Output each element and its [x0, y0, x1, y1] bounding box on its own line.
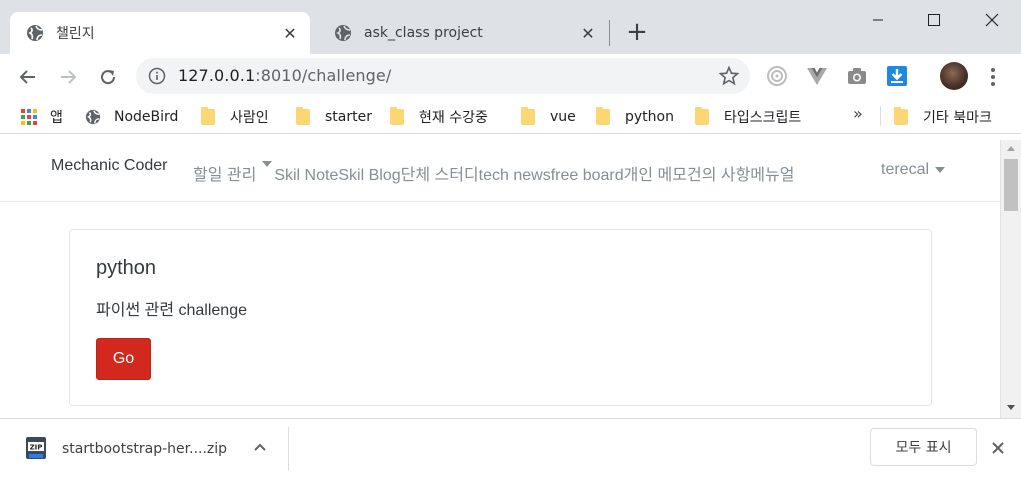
bookmark-label: starter — [325, 109, 372, 125]
window-close-icon[interactable] — [972, 6, 1012, 34]
bookmark-vue[interactable]: vue — [521, 106, 576, 128]
reload-icon[interactable] — [94, 63, 122, 91]
forward-arrow-icon[interactable] — [54, 63, 82, 91]
url-path: :8010/challenge/ — [255, 66, 392, 85]
bookmarks-bar: 앱 NodeBird 사람인 starter 현재 수강중 vue python… — [0, 100, 1021, 134]
tab-strip: 챌린지 ✕ ask_class project ✕ + — [0, 0, 1021, 54]
maximize-icon[interactable] — [914, 6, 954, 34]
nav-group-study[interactable]: 단체 스터디 — [401, 167, 479, 184]
tab-ask-class[interactable]: ask_class project ✕ — [318, 12, 608, 54]
browser-menu-icon[interactable] — [983, 65, 1003, 89]
folder-icon — [894, 107, 910, 125]
go-button[interactable]: Go — [96, 338, 151, 380]
page-scrollbar[interactable] — [1000, 140, 1021, 418]
url-text: 127.0.0.1:8010/challenge/ — [178, 66, 391, 85]
download-separator — [288, 427, 289, 471]
other-bookmarks[interactable]: 기타 북마크 — [894, 106, 992, 128]
folder-icon — [596, 107, 612, 125]
bookmark-current-course[interactable]: 현재 수강중 — [390, 106, 488, 128]
globe-icon — [26, 24, 44, 42]
site-brand[interactable]: Mechanic Coder — [51, 157, 168, 175]
url-host: 127.0.0.1 — [178, 66, 256, 85]
bookmark-label: python — [625, 109, 674, 125]
globe-icon — [85, 109, 101, 125]
caret-down-icon — [262, 160, 273, 184]
address-bar[interactable]: 127.0.0.1:8010/challenge/ — [136, 58, 750, 94]
apps-grid-icon — [21, 109, 37, 125]
download-shelf: ZIP startbootstrap-her....zip 모두 표시 — [0, 418, 1021, 478]
folder-icon — [201, 107, 217, 125]
other-bookmarks-label: 기타 북마크 — [923, 110, 992, 126]
bookmarks-overflow-button[interactable]: » — [853, 104, 863, 123]
nav-skil-note[interactable]: Skil Note — [274, 167, 338, 184]
svg-text:ZIP: ZIP — [30, 444, 43, 452]
info-icon[interactable] — [148, 67, 166, 85]
nav-todo-dropdown[interactable]: 할일 관리 — [193, 160, 274, 184]
challenge-card: python 파이썬 관련 challenge Go — [69, 229, 932, 406]
bookmark-starter[interactable]: starter — [296, 106, 372, 128]
profile-avatar[interactable] — [940, 62, 968, 90]
back-arrow-icon[interactable] — [14, 63, 42, 91]
bookmark-python[interactable]: python — [596, 106, 674, 128]
bookmark-label: 사람인 — [230, 110, 269, 126]
scroll-down-arrow-icon[interactable] — [1007, 405, 1015, 410]
close-shelf-icon[interactable] — [988, 438, 1008, 458]
nav-skil-blog[interactable]: Skil Blog — [338, 167, 400, 184]
bookmarks-separator — [880, 106, 881, 126]
tab-close-icon[interactable]: ✕ — [578, 23, 598, 43]
bookmark-apps[interactable]: 앱 — [21, 106, 63, 128]
user-dropdown[interactable]: terecal — [881, 161, 947, 179]
tab-title: 챌린지 — [56, 26, 95, 42]
minimize-icon[interactable] — [858, 6, 898, 34]
bookmark-nodebird[interactable]: NodeBird — [85, 106, 178, 128]
page-viewport: Mechanic Coder 할일 관리 Skil NoteSkil Blog단체… — [0, 140, 1000, 418]
scroll-up-arrow-icon[interactable] — [1007, 146, 1015, 151]
show-all-downloads-button[interactable]: 모두 표시 — [870, 428, 977, 466]
nav-suggestions[interactable]: 건의 사항 — [687, 167, 750, 184]
camera-icon[interactable] — [846, 65, 868, 87]
download-file-name[interactable]: startbootstrap-her....zip — [62, 441, 227, 457]
nav-todo-label: 할일 관리 — [193, 167, 257, 184]
folder-icon — [521, 107, 537, 125]
tab-separator — [609, 20, 610, 46]
tab-close-icon[interactable]: ✕ — [280, 23, 300, 43]
nav-free-board[interactable]: free board — [551, 167, 624, 184]
globe-icon — [334, 24, 352, 42]
folder-icon — [296, 107, 312, 125]
new-tab-button[interactable]: + — [623, 17, 651, 47]
bookmark-label: 타입스크립트 — [724, 110, 802, 126]
bookmark-star-icon[interactable] — [718, 65, 740, 87]
extension-record-icon[interactable] — [766, 65, 788, 87]
chevron-up-icon[interactable] — [251, 438, 269, 456]
folder-icon — [695, 107, 711, 125]
nav-personal-memo[interactable]: 개인 메모 — [624, 167, 687, 184]
browser-toolbar: 127.0.0.1:8010/challenge/ — [0, 54, 1021, 100]
site-navbar: Mechanic Coder 할일 관리 Skil NoteSkil Blog단체… — [0, 140, 1000, 202]
bookmark-typescript[interactable]: 타입스크립트 — [695, 106, 801, 128]
folder-icon — [390, 107, 406, 125]
tab-challenge[interactable]: 챌린지 ✕ — [10, 12, 310, 54]
card-description: 파이썬 관련 challenge — [96, 302, 247, 319]
download-extension-icon[interactable] — [886, 65, 908, 87]
tab-title: ask_class project — [364, 25, 483, 41]
nav-manual[interactable]: 메뉴얼 — [750, 167, 794, 184]
caret-down-icon — [935, 166, 946, 173]
bookmark-label: vue — [550, 109, 576, 125]
bookmark-saramin[interactable]: 사람인 — [201, 106, 269, 128]
user-name: terecal — [881, 161, 930, 178]
site-nav-links: 할일 관리 Skil NoteSkil Blog단체 스터디tech newsfr… — [193, 160, 794, 185]
nav-tech-news[interactable]: tech news — [479, 167, 551, 184]
card-title: python — [96, 257, 157, 279]
bookmark-label: 앱 — [50, 110, 63, 126]
bookmark-label: NodeBird — [114, 109, 179, 125]
bookmark-label: 현재 수강중 — [419, 110, 488, 126]
vue-devtools-icon[interactable] — [806, 65, 828, 87]
zip-file-icon[interactable]: ZIP — [25, 436, 47, 462]
scrollbar-thumb[interactable] — [1004, 159, 1018, 211]
